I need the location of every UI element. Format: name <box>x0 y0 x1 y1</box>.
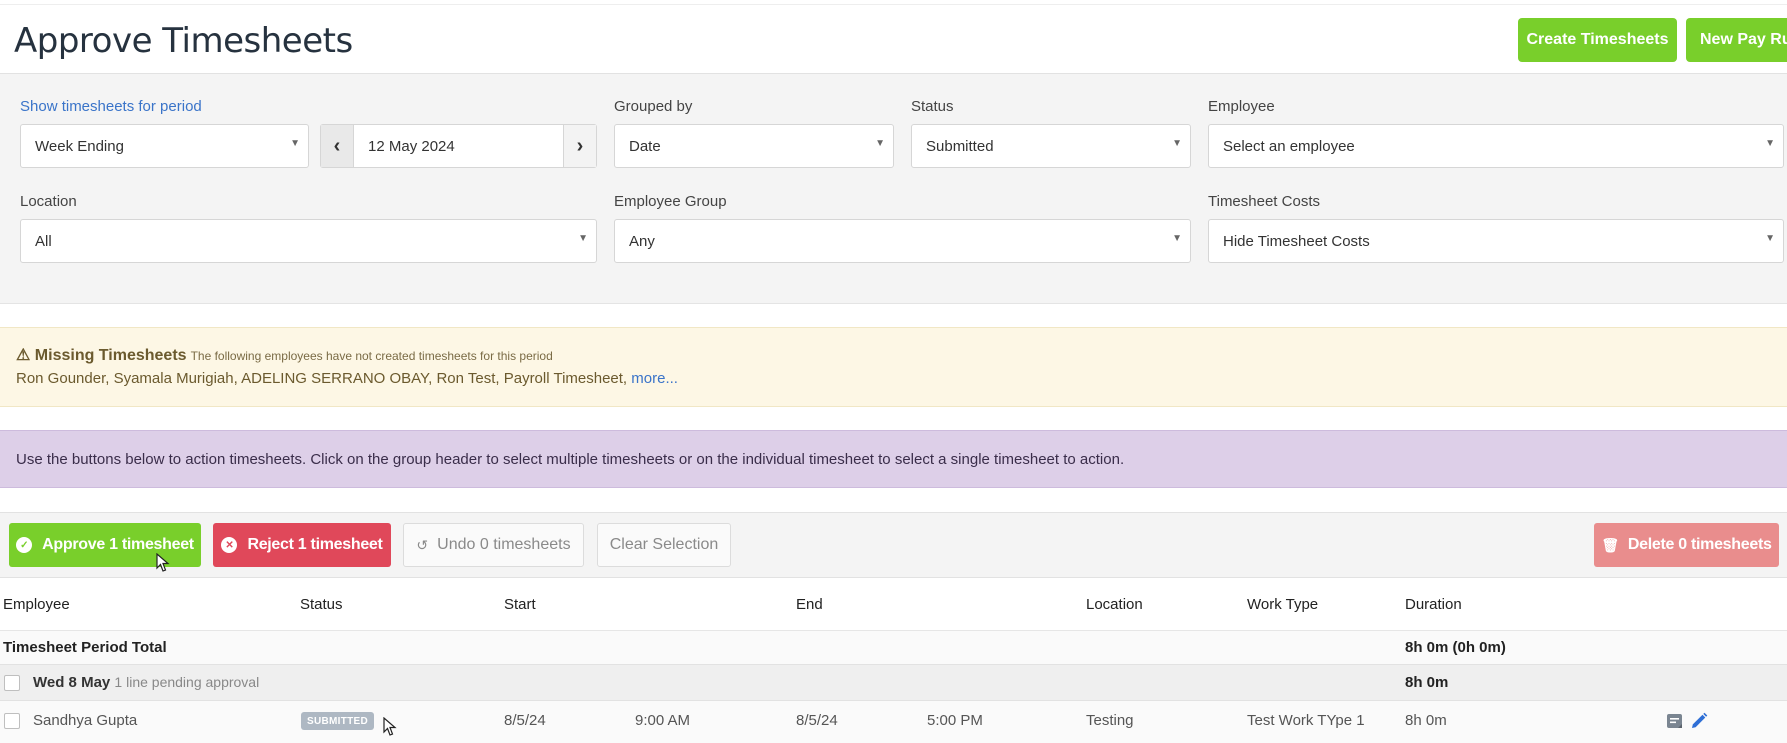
employee-group-label: Employee Group <box>614 193 727 210</box>
row-duration: 8h 0m <box>1405 712 1447 729</box>
row-work-type: Test Work TYpe 1 <box>1247 712 1365 729</box>
missing-timesheets-title: ⚠ Missing Timesheets The following employ… <box>16 347 553 364</box>
period-select-value: Week Ending <box>35 137 124 155</box>
employee-group-select[interactable]: Any ▼ <box>614 219 1191 263</box>
col-employee[interactable]: Employee <box>3 596 70 613</box>
x-circle-icon: ✕ <box>221 537 238 553</box>
instructions-text: Use the buttons below to action timeshee… <box>16 450 1125 468</box>
chevron-down-icon: ▼ <box>875 138 885 149</box>
timesheet-costs-value: Hide Timesheet Costs <box>1223 232 1370 250</box>
col-work-type[interactable]: Work Type <box>1247 596 1318 613</box>
period-total-duration: 8h 0m (0h 0m) <box>1405 639 1506 656</box>
status-badge: SUBMITTED <box>301 712 375 730</box>
filters-panel: Show timesheets for period Week Ending ▼… <box>0 74 1787 304</box>
row-start-date: 8/5/24 <box>504 712 546 729</box>
timesheet-costs-label: Timesheet Costs <box>1208 193 1320 210</box>
edit-pencil-icon[interactable] <box>1690 712 1708 730</box>
date-picker: ‹ 12 May 2024 › <box>320 124 597 168</box>
grouped-by-label: Grouped by <box>614 98 693 115</box>
mouse-cursor-icon <box>156 553 170 572</box>
chevron-down-icon: ▼ <box>1765 138 1775 149</box>
employee-label: Employee <box>1208 98 1275 115</box>
date-value[interactable]: 12 May 2024 <box>353 125 564 167</box>
status-value: Submitted <box>926 137 994 155</box>
missing-timesheets-subtitle: The following employees have not created… <box>190 349 553 363</box>
group-header-row[interactable]: Wed 8 May 1 line pending approval 8h 0m <box>0 664 1787 700</box>
row-location: Testing <box>1086 712 1134 729</box>
employee-select[interactable]: Select an employee ▼ <box>1208 124 1784 168</box>
clear-selection-button[interactable]: Clear Selection <box>597 523 731 567</box>
action-toolbar: ✓ Approve 1 timesheet ✕ Reject 1 timeshe… <box>0 512 1787 578</box>
next-period-icon[interactable]: › <box>564 125 596 167</box>
table-row[interactable]: Sandhya Gupta SUBMITTED 8/5/24 9:00 AM 8… <box>0 700 1787 743</box>
timesheet-costs-select[interactable]: Hide Timesheet Costs ▼ <box>1208 219 1784 263</box>
location-value: All <box>35 232 52 250</box>
status-select[interactable]: Submitted ▼ <box>911 124 1191 168</box>
approve-button[interactable]: ✓ Approve 1 timesheet <box>9 523 201 567</box>
row-employee: Sandhya Gupta <box>33 712 138 729</box>
col-start[interactable]: Start <box>504 596 536 613</box>
undo-icon: ↺ <box>416 536 429 553</box>
status-label: Status <box>911 98 954 115</box>
page-title: Approve Timesheets <box>14 21 353 61</box>
col-location[interactable]: Location <box>1086 596 1143 613</box>
create-timesheets-button[interactable]: Create Timesheets <box>1518 18 1677 62</box>
location-select[interactable]: All ▼ <box>20 219 597 263</box>
grouped-by-value: Date <box>629 137 661 155</box>
group-label: Wed 8 May 1 line pending approval <box>33 674 260 691</box>
chevron-down-icon: ▼ <box>1172 138 1182 149</box>
missing-timesheets-alert: ⚠ Missing Timesheets The following employ… <box>0 327 1787 407</box>
group-checkbox[interactable] <box>4 675 20 691</box>
period-total-row: Timesheet Period Total 8h 0m (0h 0m) <box>0 630 1787 664</box>
chevron-down-icon: ▼ <box>1765 233 1775 244</box>
trash-icon: 🗑 <box>1601 536 1619 553</box>
missing-employees-list: Ron Gounder, Syamala Murigiah, ADELING S… <box>16 370 678 387</box>
check-circle-icon: ✓ <box>16 537 33 553</box>
chevron-down-icon: ▼ <box>1172 233 1182 244</box>
reject-button[interactable]: ✕ Reject 1 timesheet <box>213 523 391 567</box>
page-header: Approve Timesheets Create Timesheets New… <box>0 4 1787 74</box>
previous-period-icon[interactable]: ‹ <box>321 125 353 167</box>
grouped-by-select[interactable]: Date ▼ <box>614 124 894 168</box>
col-status[interactable]: Status <box>300 596 343 613</box>
employee-group-value: Any <box>629 232 655 250</box>
warning-icon: ⚠ <box>16 347 31 364</box>
location-label: Location <box>20 193 77 210</box>
period-label[interactable]: Show timesheets for period <box>20 98 202 115</box>
more-link[interactable]: more... <box>631 370 678 387</box>
row-checkbox[interactable] <box>4 713 20 729</box>
new-pay-run-button[interactable]: New Pay Run <box>1686 18 1787 62</box>
chevron-down-icon: ▼ <box>578 233 588 244</box>
row-end-date: 8/5/24 <box>796 712 838 729</box>
period-total-label: Timesheet Period Total <box>3 639 167 656</box>
chevron-down-icon: ▼ <box>290 138 300 149</box>
row-end-time: 5:00 PM <box>927 712 983 729</box>
undo-button[interactable]: ↺ Undo 0 timesheets <box>403 523 584 567</box>
period-select[interactable]: Week Ending ▼ <box>20 124 309 168</box>
row-start-time: 9:00 AM <box>635 712 691 729</box>
group-duration: 8h 0m <box>1405 674 1449 691</box>
employee-placeholder: Select an employee <box>1223 137 1355 155</box>
instructions-banner: Use the buttons below to action timeshee… <box>0 430 1787 488</box>
mouse-cursor-icon <box>383 717 397 736</box>
col-duration[interactable]: Duration <box>1405 596 1462 613</box>
col-end[interactable]: End <box>796 596 823 613</box>
delete-button[interactable]: 🗑 Delete 0 timesheets <box>1594 523 1779 567</box>
notes-icon[interactable] <box>1666 713 1683 730</box>
